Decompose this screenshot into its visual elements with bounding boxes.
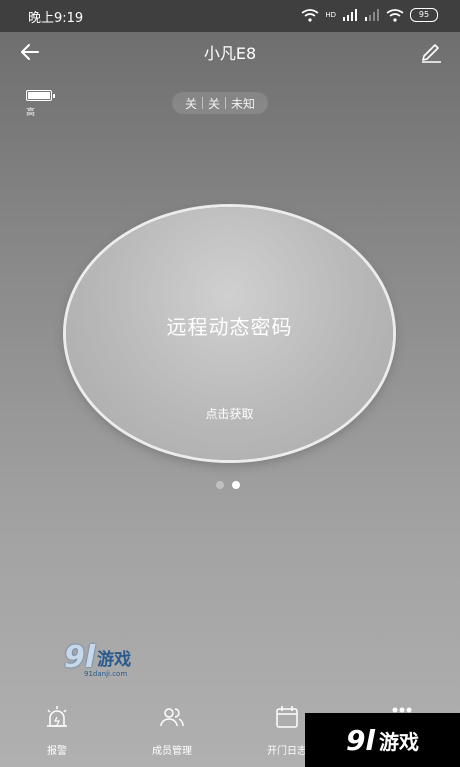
pager-dot-active[interactable] — [232, 481, 240, 489]
watermark-text: 游戏 — [97, 650, 132, 670]
title-bar: 小凡E8 — [0, 32, 460, 70]
battery-level-label: 高 — [26, 108, 36, 118]
status-icons: HD 95 — [301, 8, 438, 22]
signal-2-icon — [365, 9, 379, 21]
status-bar: 晚上9:19 HD 95 — [0, 0, 460, 32]
tab-label: 成员管理 — [152, 746, 192, 757]
device-battery-indicator: 高 — [26, 90, 55, 118]
tab-alarm[interactable]: 报警 — [12, 704, 102, 757]
calendar-icon — [276, 706, 298, 728]
banner-number: 9l — [345, 723, 376, 757]
members-icon — [160, 708, 184, 727]
device-battery-icon — [26, 90, 55, 101]
pager-dots — [216, 481, 240, 489]
tap-to-get-label: 点击获取 — [205, 407, 254, 421]
watermark-logo: 9l 游戏 91danji.com — [64, 640, 132, 678]
wifi-icon — [301, 8, 319, 22]
banner-text: 游戏 — [379, 729, 420, 754]
status-chips: 关 关 未知 — [172, 92, 269, 114]
watermark-url: 91danji.com — [84, 670, 128, 678]
signal-icon — [343, 9, 357, 21]
status-chip: 关 — [185, 96, 198, 111]
battery-icon: 95 — [410, 8, 438, 22]
page-title: 小凡E8 — [203, 44, 257, 63]
status-chip: 未知 — [231, 96, 256, 111]
password-title: 远程动态密码 — [166, 315, 293, 339]
wifi-2-icon — [386, 8, 404, 22]
status-time: 晚上9:19 — [28, 11, 84, 26]
status-chip: 关 — [208, 96, 221, 111]
hd-label: HD — [325, 10, 336, 19]
edit-icon[interactable] — [418, 40, 444, 64]
watermark-banner: 9l 游戏 — [305, 713, 460, 767]
dynamic-password-button[interactable]: 远程动态密码 点击获取 — [66, 207, 393, 460]
alarm-icon — [47, 706, 67, 727]
tab-members[interactable]: 成员管理 — [127, 704, 217, 757]
tab-label: 报警 — [47, 746, 67, 757]
pager-dot[interactable] — [216, 481, 224, 489]
